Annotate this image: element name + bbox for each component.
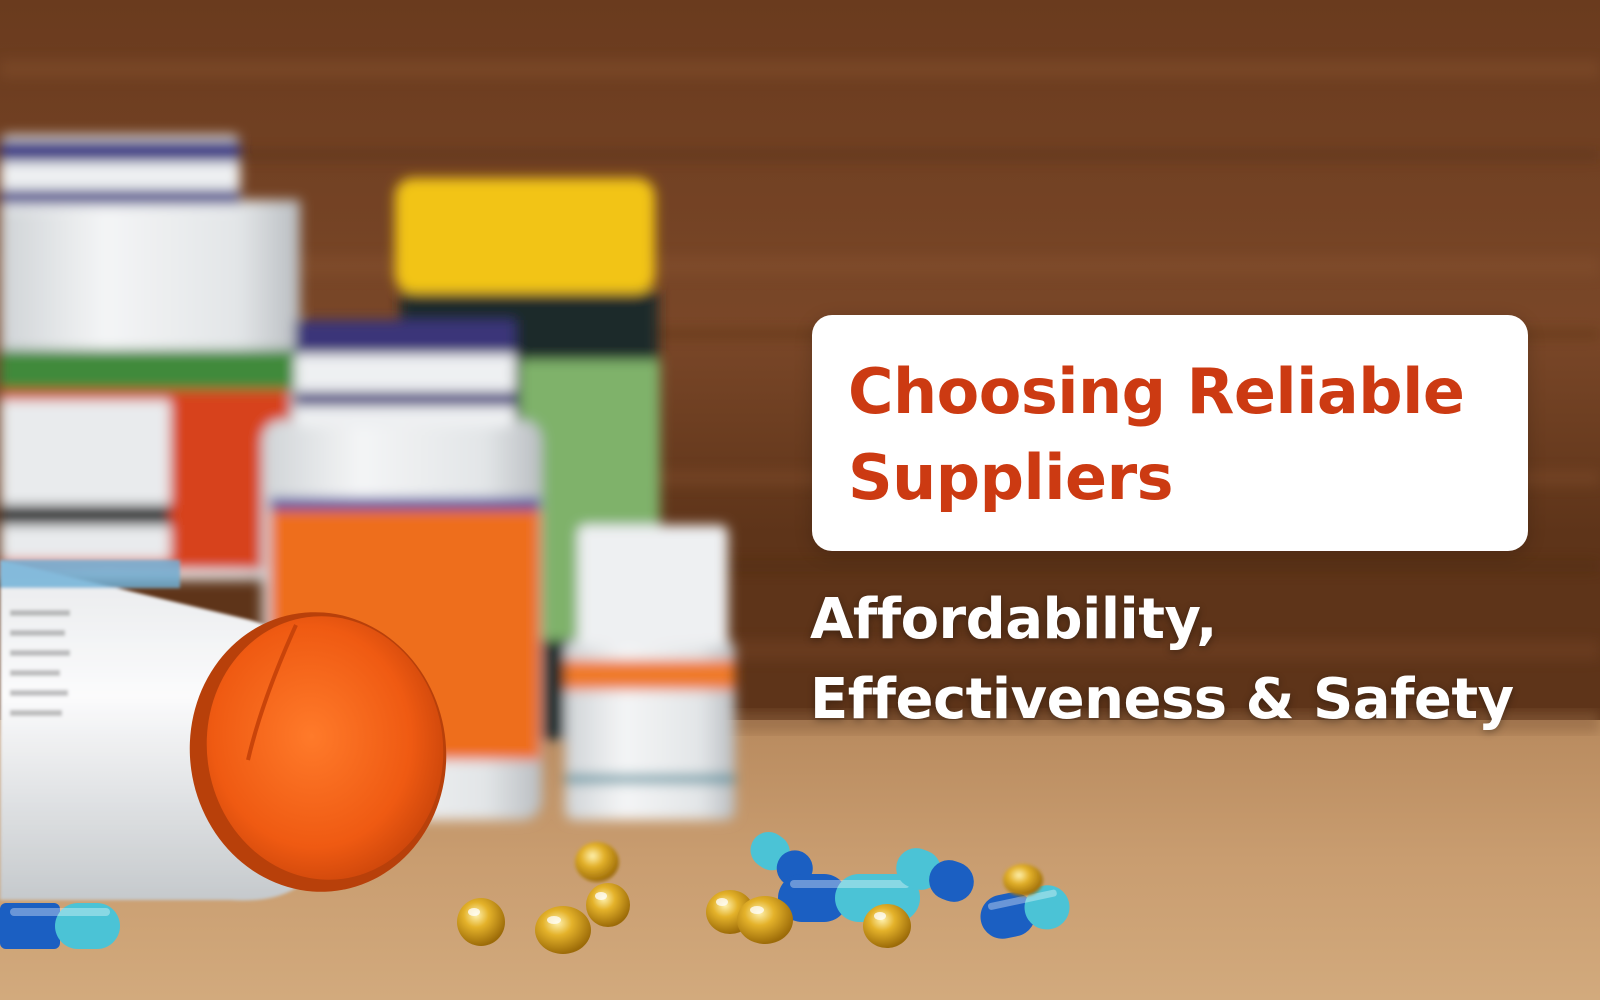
banner-subtitle: Affordability, Effectiveness & Safety xyxy=(810,580,1514,740)
banner-title-line-1: Choosing Reliable xyxy=(848,355,1465,428)
title-card: Choosing Reliable Suppliers xyxy=(812,315,1528,551)
banner-subtitle-line-2: Effectiveness & Safety xyxy=(810,667,1514,732)
banner-scene: Choosing Reliable Suppliers Affordabilit… xyxy=(0,0,1600,1000)
banner-title-line-2: Suppliers xyxy=(848,441,1174,514)
banner-subtitle-line-1: Affordability, xyxy=(810,587,1217,652)
